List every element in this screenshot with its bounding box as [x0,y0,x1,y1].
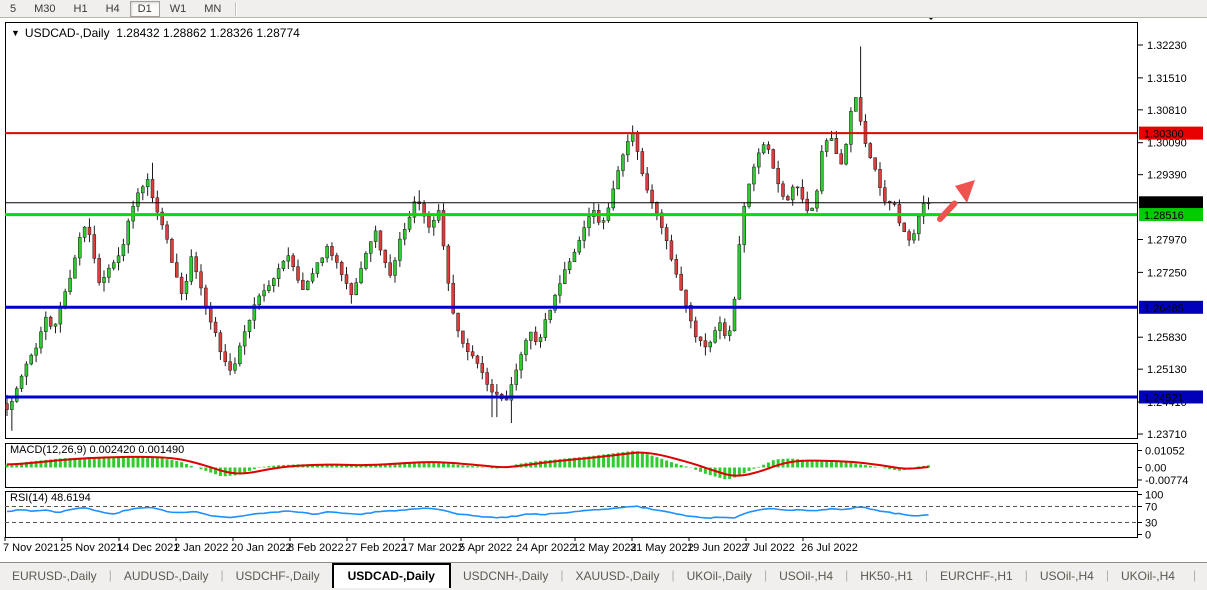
price-badge-1.24521: 1.24521 [1139,390,1203,404]
timeframe-button-mn[interactable]: MN [196,1,229,17]
date-tick-label: 26 Jul 2022 [801,542,858,554]
tab-audusd-daily[interactable]: AUDUSD-,Daily [112,565,221,586]
timeframe-button-5[interactable]: 5 [2,1,24,17]
svg-text:1.30300: 1.30300 [1144,129,1184,141]
tabbar-separator: | [1193,568,1196,582]
price-tick-label: 1.31510 [1147,73,1187,85]
symbol-tabbar: EURUSD-,Daily|AUDUSD-,Daily|USDCHF-,Dail… [0,562,1207,590]
date-axis: 7 Nov 202125 Nov 202114 Dec 20212 Jan 20… [3,537,858,554]
date-tick-label: 31 May 2022 [630,542,694,554]
rsi-axis-label: 100 [1145,490,1163,502]
timeframe-toolbar: 5M30H1H4D1W1MN [0,0,1207,18]
tab-usdcad-daily[interactable]: USDCAD-,Daily [332,563,451,588]
price-axis: 1.322301.315101.308101.300901.293901.279… [1137,40,1203,542]
tab-ukoil-h4[interactable]: UKOil-,H4 [1109,565,1187,586]
tab-eurusd-daily[interactable]: EURUSD-,Daily [0,565,109,586]
date-tick-label: 7 Nov 2021 [3,542,59,554]
tab-usdcnh-daily[interactable]: USDCNH-,Daily [451,565,560,586]
macd-axis-label: 0.00 [1145,463,1166,475]
rsi-axis-label: 30 [1145,518,1157,530]
rsi-axis-label: 0 [1145,530,1151,542]
date-tick-label: 5 Apr 2022 [459,542,512,554]
mt4-terminal: { "toolbar": { "timeframes": ["5", "M30"… [0,0,1207,590]
price-tick-label: 1.23710 [1147,429,1187,441]
macd-axis-label: -0.00774 [1145,475,1188,487]
price-tick-label: 1.27250 [1147,267,1187,279]
macd-axis-label: 0.01052 [1145,446,1185,458]
date-tick-label: 27 Feb 2022 [345,542,407,554]
date-tick-label: 2 Jan 2022 [174,542,228,554]
timeframe-buttons: 5M30H1H4D1W1MN [1,1,230,17]
timeframe-button-d1[interactable]: D1 [130,1,160,17]
price-badge-1.26485: 1.26485 [1139,301,1203,315]
symbol-tabs: EURUSD-,Daily|AUDUSD-,Daily|USDCHF-,Dail… [0,563,1187,588]
tab-usoil-h4[interactable]: USOil-,H4 [767,565,845,586]
svg-text:1.26485: 1.26485 [1144,303,1184,315]
timeframe-button-h4[interactable]: H4 [98,1,128,17]
svg-text:1.28516: 1.28516 [1144,210,1184,222]
candles-layer [6,46,931,430]
price-badge-1.30300: 1.30300 [1139,127,1203,141]
symbol-dropdown-icon[interactable]: ▼ [11,28,20,38]
chart-symbol-label: USDCAD-,Daily [25,26,110,40]
price-tick-label: 1.30810 [1147,105,1187,117]
date-tick-label: 17 Mar 2022 [402,542,464,554]
tab-eurchf-h1[interactable]: EURCHF-,H1 [928,565,1025,586]
rsi-panel-frame [6,492,1138,538]
tab-ukoil-daily[interactable]: UKOil-,Daily [675,565,764,586]
macd-signal-line [7,453,929,476]
date-tick-label: 7 Jul 2022 [744,542,795,554]
date-tick-label: 20 Jan 2022 [231,542,292,554]
rsi-axis-label: 70 [1145,502,1157,514]
toolbar-separator [235,2,237,16]
macd-indicator-label: MACD(12,26,9) 0.002420 0.001490 [10,444,184,456]
tab-usoil-h4[interactable]: USOil-,H4 [1028,565,1106,586]
rsi-line [7,506,929,518]
svg-text:1.24521: 1.24521 [1144,392,1184,404]
date-tick-label: 8 Feb 2022 [288,542,344,554]
tab-hk50-h1[interactable]: HK50-,H1 [848,565,925,586]
date-tick-label: 24 Apr 2022 [516,542,575,554]
price-badge-1.28516: 1.28516 [1139,208,1203,222]
date-tick-label: 19 Jun 2022 [687,542,748,554]
timeframe-button-w1[interactable]: W1 [162,1,195,17]
price-tick-label: 1.32230 [1147,40,1187,52]
timeframe-button-h1[interactable]: H1 [66,1,96,17]
price-tick-label: 1.29390 [1147,170,1187,182]
price-tick-label: 1.27970 [1147,234,1187,246]
timeframe-button-m30[interactable]: M30 [26,1,63,17]
chart-title: ▼ USDCAD-,Daily 1.28432 1.28862 1.28326 1… [11,26,300,40]
chart-ohlc-values: 1.28432 1.28862 1.28326 1.28774 [116,26,300,40]
tab-scroll-controls: | ◄ ► [1187,563,1207,582]
tab-xauusd-daily[interactable]: XAUUSD-,Daily [563,565,671,586]
date-tick-label: 14 Dec 2021 [117,542,179,554]
main-panel-frame [6,23,1138,439]
date-tick-label: 25 Nov 2021 [60,542,122,554]
rsi-indicator-label: RSI(14) 48.6194 [10,492,91,504]
price-tick-label: 1.25830 [1147,332,1187,344]
tab-usdchf-daily[interactable]: USDCHF-,Daily [224,565,332,586]
price-tick-label: 1.25130 [1147,364,1187,376]
date-tick-label: 12 May 2022 [573,542,637,554]
price-chart-canvas[interactable]: 1.322301.315101.308101.300901.293901.279… [0,0,1207,590]
